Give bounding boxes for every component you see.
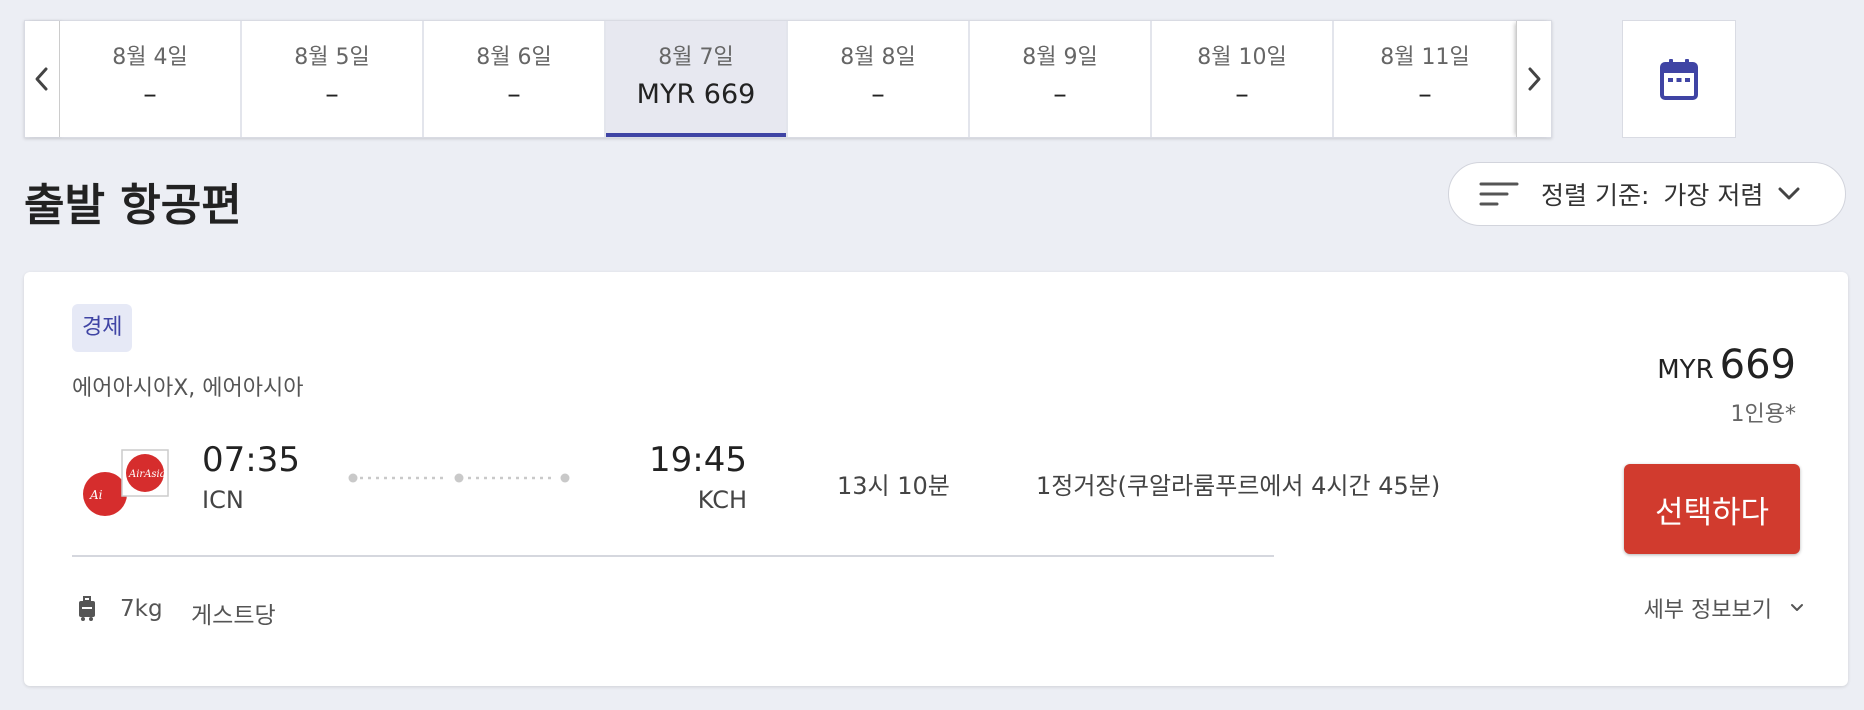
date-label: 8월 11일 xyxy=(1380,45,1470,70)
date-cell[interactable]: 8월 5일 – xyxy=(242,21,424,137)
departure-time: 07:35 xyxy=(202,440,300,480)
airasia-logo-icon: Ai AirAsia xyxy=(83,449,169,516)
baggage-unit: 게스트당 xyxy=(191,603,276,629)
sort-value: 가장 저렴 xyxy=(1663,181,1764,210)
sort-label: 정렬 기준: xyxy=(1541,181,1650,210)
date-label: 8월 9일 xyxy=(1022,45,1098,70)
stop-info: 1정거장(쿠알라룸푸르에서 4시간 45분) xyxy=(1036,472,1441,500)
date-list: 8월 4일 – 8월 5일 – 8월 6일 – 8월 7일 MYR 669 8월 8일 –… xyxy=(60,21,1516,137)
date-price: – xyxy=(1418,79,1432,110)
date-price: – xyxy=(325,79,339,110)
date-strip: 8월 4일 – 8월 5일 – 8월 6일 – 8월 7일 MYR 669 8월 8일 –… xyxy=(24,20,1552,138)
per-person-label: 1인용* xyxy=(1730,402,1796,427)
divider xyxy=(72,555,1274,557)
page-title: 출발 항공편 xyxy=(24,180,242,231)
svg-text:Ai: Ai xyxy=(89,488,103,502)
sort-icon xyxy=(1479,182,1519,206)
date-price: – xyxy=(143,79,157,110)
chevron-down-icon xyxy=(1778,187,1800,200)
date-cell[interactable]: 8월 11일 – xyxy=(1334,21,1516,137)
chevron-left-icon xyxy=(35,67,48,91)
calendar-icon xyxy=(1660,59,1698,100)
date-price: – xyxy=(507,79,521,110)
date-label: 8월 10일 xyxy=(1197,45,1287,70)
date-label: 8월 7일 xyxy=(658,45,734,70)
cabin-badge: 경제 xyxy=(72,304,133,352)
date-cell[interactable]: 8월 8일 – xyxy=(788,21,970,137)
route-line xyxy=(348,473,570,483)
chevron-right-icon xyxy=(1528,67,1541,91)
sort-dropdown[interactable]: 정렬 기준: 가장 저렴 xyxy=(1448,162,1846,226)
price-amount: 669 xyxy=(1719,342,1796,388)
flight-duration: 13시 10분 xyxy=(837,472,950,500)
svg-text:AirAsia: AirAsia xyxy=(128,469,166,480)
date-price: MYR 669 xyxy=(636,79,756,110)
select-button[interactable]: 선택하다 xyxy=(1624,464,1800,554)
calendar-button[interactable] xyxy=(1622,20,1736,138)
date-label: 8월 4일 xyxy=(112,45,188,70)
prev-dates-button[interactable] xyxy=(25,21,60,137)
price: MYR 669 xyxy=(1657,342,1796,388)
view-details-link[interactable]: 세부 정보보기 xyxy=(1644,592,1804,624)
chevron-down-icon xyxy=(1791,604,1803,611)
baggage-weight: 7kg xyxy=(120,596,163,622)
airline-names: 에어아시아X, 에어아시아 xyxy=(72,376,304,401)
date-price: – xyxy=(871,79,885,110)
date-cell[interactable]: 8월 10일 – xyxy=(1152,21,1334,137)
arrival-time: 19:45 xyxy=(649,440,747,480)
date-label: 8월 6일 xyxy=(476,45,552,70)
date-cell[interactable]: 8월 9일 – xyxy=(970,21,1152,137)
date-cell-selected[interactable]: 8월 7일 MYR 669 xyxy=(606,21,788,137)
carry-on-bag-icon xyxy=(79,596,95,621)
arrival-airport: KCH xyxy=(697,486,747,514)
date-label: 8월 8일 xyxy=(840,45,916,70)
date-price: – xyxy=(1235,79,1249,110)
flight-card: 경제 에어아시아X, 에어아시아 Ai AirAsia 07:35 ICN 19… xyxy=(24,272,1848,686)
departure-airport: ICN xyxy=(202,486,244,514)
date-cell[interactable]: 8월 6일 – xyxy=(424,21,606,137)
next-dates-button[interactable] xyxy=(1516,21,1551,137)
date-label: 8월 5일 xyxy=(294,45,370,70)
view-details-label: 세부 정보보기 xyxy=(1643,598,1772,623)
date-cell[interactable]: 8월 4일 – xyxy=(60,21,242,137)
date-price: – xyxy=(1053,79,1067,110)
price-currency: MYR xyxy=(1657,355,1714,385)
